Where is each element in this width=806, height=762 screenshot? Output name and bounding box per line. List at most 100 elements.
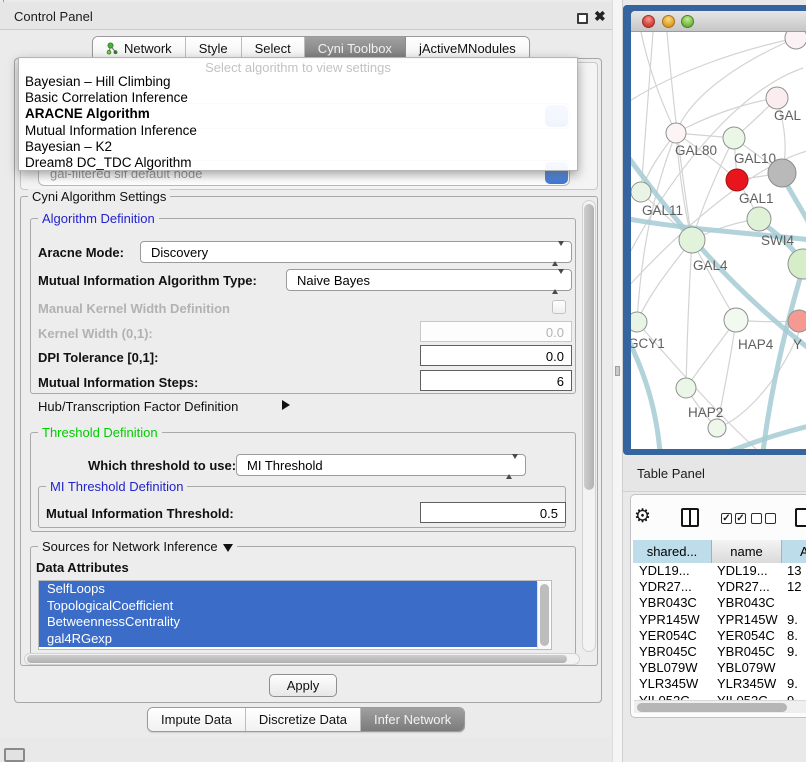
network-canvas[interactable]: GALGAL80GAL10GAL1GAL11SWI4GAL4GCY1HAP4YH…: [631, 32, 806, 449]
control-panel-title: Control Panel: [14, 9, 93, 24]
column-header[interactable]: A: [782, 540, 806, 563]
settings-horizontal-scrollbar[interactable]: [24, 653, 580, 665]
table-row[interactable]: YIL052CYIL052C9.: [633, 693, 806, 701]
table-row[interactable]: YBR043CYBR043C: [633, 595, 806, 611]
mi-type-combobox[interactable]: Naive Bayes: [286, 269, 572, 291]
network-node[interactable]: [708, 419, 726, 437]
settings-group-title: Cyni Algorithm Settings: [28, 189, 170, 204]
table-row[interactable]: YDL19...YDL19...13: [633, 563, 806, 579]
table-row[interactable]: YDR27...YDR27...12: [633, 579, 806, 595]
table-row[interactable]: YBR045CYBR045C9.: [633, 644, 806, 660]
table-cell: YER054C: [633, 628, 712, 644]
tab-label: Infer Network: [374, 712, 451, 727]
network-node-gal80[interactable]: [666, 123, 686, 143]
tab-label: Impute Data: [161, 712, 232, 727]
tab-impute-data[interactable]: Impute Data: [148, 708, 246, 731]
network-node-hap2[interactable]: [676, 378, 696, 398]
network-node-swi4[interactable]: [747, 207, 771, 231]
table-header: shared...nameA: [633, 540, 806, 563]
aracne-mode-label: Aracne Mode:: [38, 245, 124, 260]
split-view-icon[interactable]: [681, 508, 699, 527]
tab-label: Discretize Data: [259, 712, 347, 727]
dpi-tolerance-label: DPI Tolerance [0,1]:: [38, 350, 158, 365]
table-row[interactable]: YBL079WYBL079W: [633, 660, 806, 676]
node-label: GAL4: [693, 258, 728, 273]
close-panel-icon[interactable]: ✖: [594, 8, 606, 25]
deselect-all-icon[interactable]: [751, 513, 762, 524]
attribute-item[interactable]: gal4RGexp: [39, 631, 537, 648]
tab-label: Network: [124, 41, 172, 56]
table-row[interactable]: YLR345WYLR345W9.: [633, 676, 806, 692]
tab-label: jActiveMNodules: [419, 41, 516, 56]
table-row[interactable]: YPR145WYPR145W9.: [633, 612, 806, 628]
mi-threshold-group-title: MI Threshold Definition: [46, 479, 187, 494]
network-node-gal4[interactable]: [679, 227, 705, 253]
attributes-scrollbar[interactable]: [537, 582, 550, 649]
table-cell: YBL079W: [712, 660, 782, 676]
which-threshold-combobox[interactable]: MI Threshold: [236, 454, 526, 476]
minimize-window-icon[interactable]: [662, 15, 675, 28]
algorithm-option[interactable]: Bayesian – K2: [19, 139, 577, 155]
network-node-gal1[interactable]: [726, 169, 748, 191]
expand-arrow-icon[interactable]: [282, 400, 290, 410]
network-edge: [637, 240, 692, 322]
network-node-gal10[interactable]: [723, 127, 745, 149]
table-cell: 8.: [782, 628, 806, 644]
table-row[interactable]: YER054CYER054C8.: [633, 628, 806, 644]
algorithm-option[interactable]: ARACNE Algorithm: [19, 106, 577, 122]
dpi-tolerance-field[interactable]: 0.0: [420, 345, 572, 366]
table-cell: YPR145W: [712, 612, 782, 628]
mi-threshold-field[interactable]: 0.5: [420, 502, 566, 523]
collapse-arrow-icon[interactable]: [223, 544, 233, 552]
table-cell: YDL19...: [712, 563, 782, 579]
network-node[interactable]: [788, 249, 806, 279]
attribute-item[interactable]: BetweennessCentrality: [39, 614, 537, 631]
minimized-panel-icon[interactable]: [4, 748, 25, 762]
tab-label: Style: [199, 41, 228, 56]
apply-button[interactable]: Apply: [269, 674, 337, 697]
network-node-gal11[interactable]: [631, 182, 651, 202]
select-all-check-icon[interactable]: ✓: [735, 513, 746, 524]
table-options-icon[interactable]: [795, 508, 806, 527]
column-header[interactable]: name: [712, 540, 782, 563]
select-all-check-icon[interactable]: ✓: [721, 513, 732, 524]
float-panel-icon[interactable]: [577, 13, 588, 24]
panel-splitter[interactable]: [612, 0, 623, 762]
node-label: Y: [793, 337, 802, 352]
hub-definition-label[interactable]: Hub/Transcription Factor Definition: [38, 399, 238, 414]
kernel-width-field[interactable]: 0.0: [420, 321, 572, 342]
tab-infer-network[interactable]: Infer Network: [361, 708, 464, 731]
table-horizontal-scrollbar[interactable]: [634, 700, 806, 713]
mi-steps-field[interactable]: 6: [420, 370, 572, 391]
manual-kernel-checkbox[interactable]: [552, 300, 566, 314]
settings-vertical-scrollbar[interactable]: [582, 200, 596, 652]
column-header[interactable]: shared...: [633, 540, 712, 563]
algorithm-option[interactable]: Bayesian – Hill Climbing: [19, 74, 577, 90]
splitter-grip-icon[interactable]: [615, 366, 620, 376]
network-node-gcy1[interactable]: [631, 312, 647, 332]
attribute-item[interactable]: SelfLoops: [39, 581, 537, 598]
mi-type-label: Mutual Information Algorithm Type:: [38, 273, 257, 288]
gear-icon[interactable]: ⚙: [634, 505, 651, 528]
algorithm-option[interactable]: Mutual Information Inference: [19, 123, 577, 139]
network-node-gal[interactable]: [766, 87, 788, 109]
network-node-y[interactable]: [788, 310, 806, 332]
network-node-hap4[interactable]: [724, 308, 748, 332]
algorithm-option[interactable]: Basic Correlation Inference: [19, 90, 577, 106]
network-window-titlebar[interactable]: [631, 11, 806, 32]
table-body: YDL19...YDL19...13YDR27...YDR27...12YBR0…: [633, 563, 806, 700]
network-node[interactable]: [768, 159, 796, 187]
data-attributes-list[interactable]: SelfLoopsTopologicalCoefficientBetweenne…: [38, 580, 552, 650]
attribute-item[interactable]: TopologicalCoefficient: [39, 598, 537, 615]
algorithm-option[interactable]: Dream8 DC_TDC Algorithm: [19, 155, 577, 171]
node-label: GAL10: [734, 151, 776, 166]
close-window-icon[interactable]: [642, 15, 655, 28]
aracne-mode-combobox[interactable]: Discovery: [140, 241, 572, 263]
network-node[interactable]: [785, 32, 806, 49]
mi-type-value: Naive Bayes: [297, 273, 370, 288]
algorithm-options: Bayesian – Hill ClimbingBasic Correlatio…: [19, 74, 577, 171]
deselect-all-icon[interactable]: [765, 513, 776, 524]
tab-discretize-data[interactable]: Discretize Data: [246, 708, 361, 731]
maximize-window-icon[interactable]: [681, 15, 694, 28]
node-label: GAL: [774, 108, 802, 123]
